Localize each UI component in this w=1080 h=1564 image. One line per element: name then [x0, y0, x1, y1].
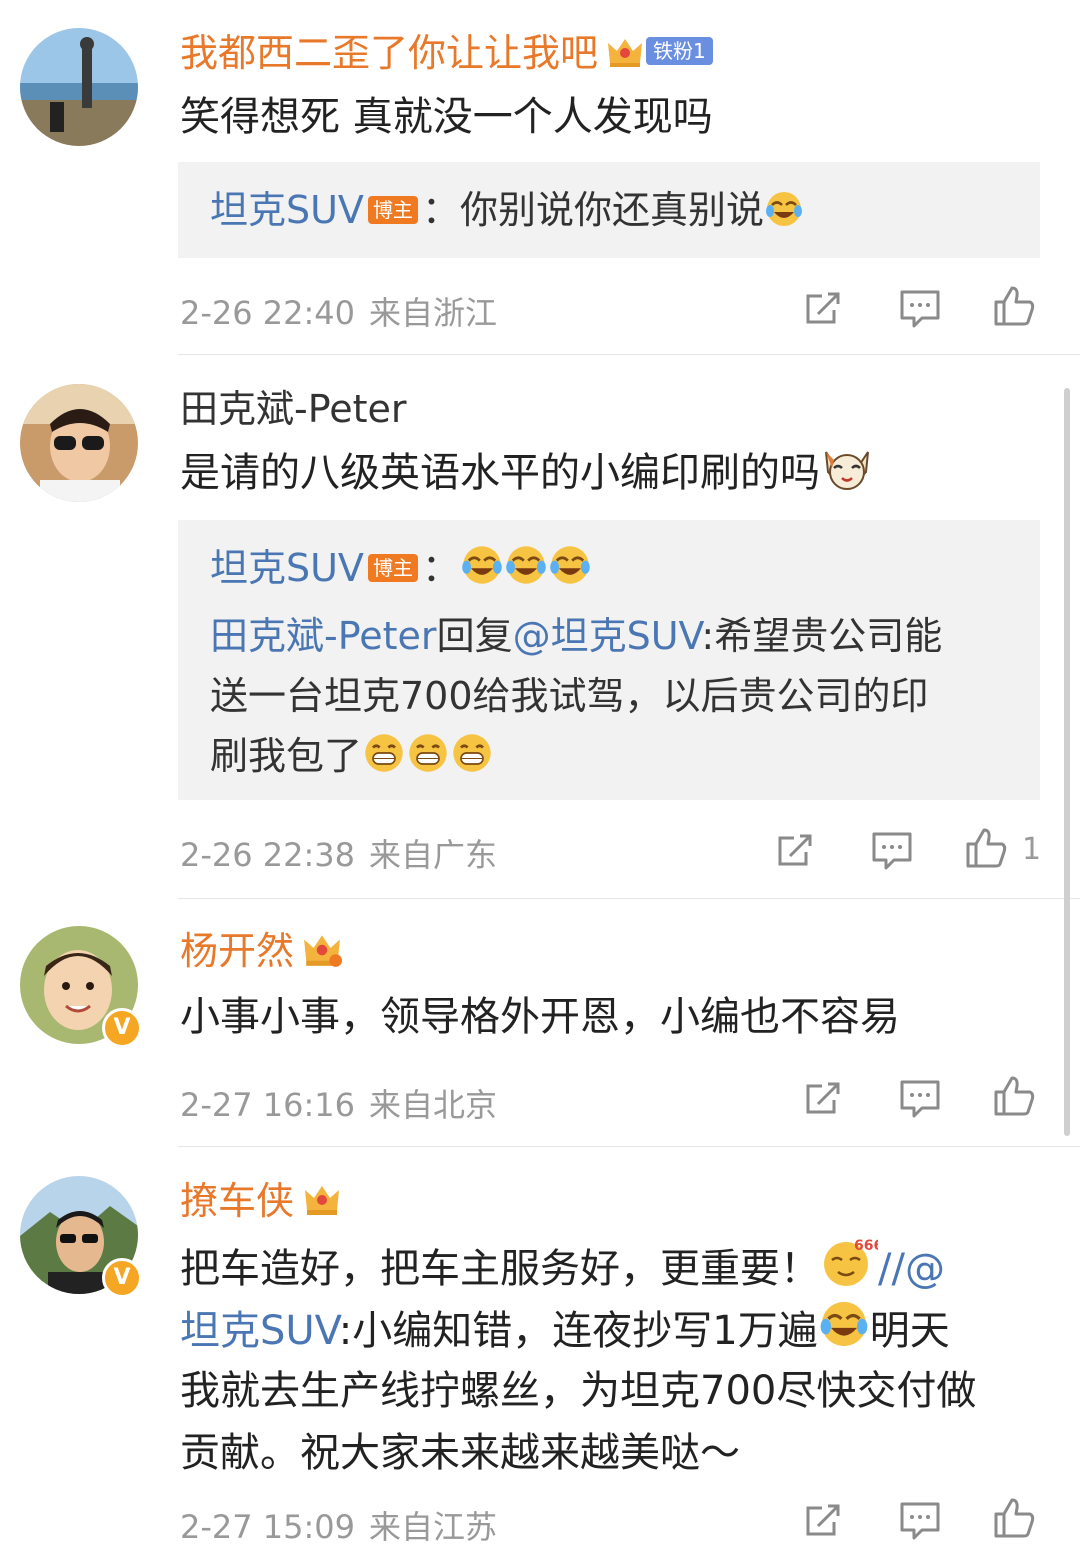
sub-reply-author[interactable]: 田克斌-Peter — [210, 614, 437, 658]
comment-text: 把车造好，把车主服务好，更重要！ — [180, 1246, 820, 1292]
share-icon[interactable] — [802, 1498, 846, 1542]
verified-badge: V — [102, 1258, 142, 1298]
share-icon[interactable] — [802, 1076, 846, 1120]
share-icon[interactable] — [802, 286, 846, 330]
blogger-badge: 博主 — [367, 196, 418, 224]
comment-text: :小编知错，连夜抄写1万遍 — [338, 1308, 818, 1354]
svg-text:666: 666 — [854, 1238, 878, 1254]
like-icon[interactable] — [992, 1496, 1036, 1540]
laugh-cry-emoji — [818, 1298, 870, 1368]
sub-reply-text: 刷我包了 — [210, 734, 363, 778]
share-icon[interactable] — [774, 828, 818, 872]
cat-emoji — [820, 442, 874, 510]
blogger-badge: 博主 — [367, 554, 418, 582]
mention-link[interactable]: //@ — [878, 1246, 945, 1292]
comment-text: 明天 — [869, 1308, 950, 1354]
comment-icon[interactable] — [898, 1498, 942, 1542]
username-text[interactable]: 撩车侠 — [180, 1179, 294, 1223]
location: 来自浙江 — [369, 294, 498, 332]
reply-block[interactable]: 坦克SUV 博主 ：你别说你还真别说 — [178, 162, 1040, 258]
grin-emoji — [406, 731, 450, 792]
grin-emoji — [450, 731, 494, 792]
laugh-cry-emoji — [764, 186, 804, 246]
divider — [178, 1146, 1080, 1147]
sub-reply-text-line: 送一台坦克700给我试驾，以后贵公司的印 — [210, 674, 929, 718]
comment-icon[interactable] — [898, 286, 942, 330]
timestamp: 2-27 16:16 — [180, 1086, 356, 1124]
comment-text: 是请的八级英语水平的小编印刷的吗 — [180, 442, 874, 510]
location: 来自北京 — [369, 1086, 498, 1124]
comment-meta: 2-27 16:16 来自北京 — [180, 1080, 497, 1126]
reply-block[interactable]: 坦克SUV 博主： 田克斌-Peter回复@坦克SUV:希望贵公司能 送一台坦克7… — [178, 520, 1040, 800]
crown-icon — [302, 929, 343, 979]
reply-author[interactable]: 坦克SUV — [210, 188, 364, 232]
comment-text: 小事小事，领导格外开恩，小编也不容易 — [180, 994, 900, 1040]
location: 来自江苏 — [369, 1508, 498, 1546]
like-icon[interactable] — [992, 1074, 1036, 1118]
username[interactable]: 杨开然 — [180, 928, 343, 979]
avatar[interactable] — [20, 28, 138, 146]
username[interactable]: 我都西二歪了你让让我吧 铁粉1 — [180, 30, 713, 79]
username-text[interactable]: 杨开然 — [180, 929, 294, 973]
crown-icon — [606, 33, 644, 79]
like-icon[interactable] — [992, 284, 1036, 328]
username[interactable]: 田克斌-Peter — [180, 386, 407, 432]
timestamp: 2-26 22:40 — [180, 294, 356, 332]
timestamp: 2-27 15:09 — [180, 1508, 356, 1546]
avatar[interactable] — [20, 384, 138, 502]
comment-text-line: 贡献。祝大家未来越来越美哒～ — [180, 1430, 740, 1476]
divider — [178, 898, 1080, 899]
timestamp: 2-26 22:38 — [180, 836, 356, 874]
comment-meta: 2-26 22:40 来自浙江 — [180, 288, 497, 334]
grin-emoji — [362, 731, 406, 792]
comment-text-content: 是请的八级英语水平的小编印刷的吗 — [180, 450, 820, 496]
mention-link[interactable]: 坦克SUV — [180, 1308, 339, 1354]
laugh-cry-emoji — [504, 543, 548, 604]
crown-icon — [302, 1180, 342, 1228]
comment-meta: 2-27 15:09 来自江苏 — [180, 1502, 497, 1548]
fan-badge: 铁粉1 — [646, 37, 713, 65]
comment-text-line: 我就去生产线拧螺丝，为坦克700尽快交付做 — [180, 1368, 977, 1414]
like-count: 1 — [1022, 832, 1042, 867]
comment-icon[interactable] — [870, 828, 914, 872]
comment-text: 笑得想死 真就没一个人发现吗 — [180, 94, 713, 140]
comment-text-line: 把车造好，把车主服务好，更重要！ 666//@ — [180, 1236, 945, 1306]
username-text[interactable]: 我都西二歪了你让让我吧 — [180, 31, 598, 75]
laugh-cry-emoji — [548, 543, 592, 604]
scrollbar[interactable] — [1064, 388, 1070, 1136]
sub-reply-text: :希望贵公司能 — [701, 614, 943, 658]
like-icon[interactable] — [964, 826, 1008, 870]
username[interactable]: 撩车侠 — [180, 1178, 342, 1228]
reply-separator: ： — [421, 546, 460, 590]
reply-text: 你别说你还真别说 — [459, 188, 764, 232]
location: 来自广东 — [369, 836, 498, 874]
666-emoji: 666 — [820, 1236, 883, 1306]
comment-text-line: 坦克SUV:小编知错，连夜抄写1万遍 明天 — [180, 1298, 950, 1368]
divider — [178, 354, 1080, 355]
reply-author[interactable]: 坦克SUV — [210, 546, 364, 590]
mention-link[interactable]: @坦克SUV — [513, 614, 702, 658]
reply-separator: ： — [421, 188, 460, 232]
comment-meta: 2-26 22:38 来自广东 — [180, 830, 497, 876]
laugh-cry-emoji — [460, 543, 504, 604]
verified-badge: V — [102, 1008, 142, 1048]
sub-reply-verb: 回复 — [436, 614, 513, 658]
comment-icon[interactable] — [898, 1076, 942, 1120]
